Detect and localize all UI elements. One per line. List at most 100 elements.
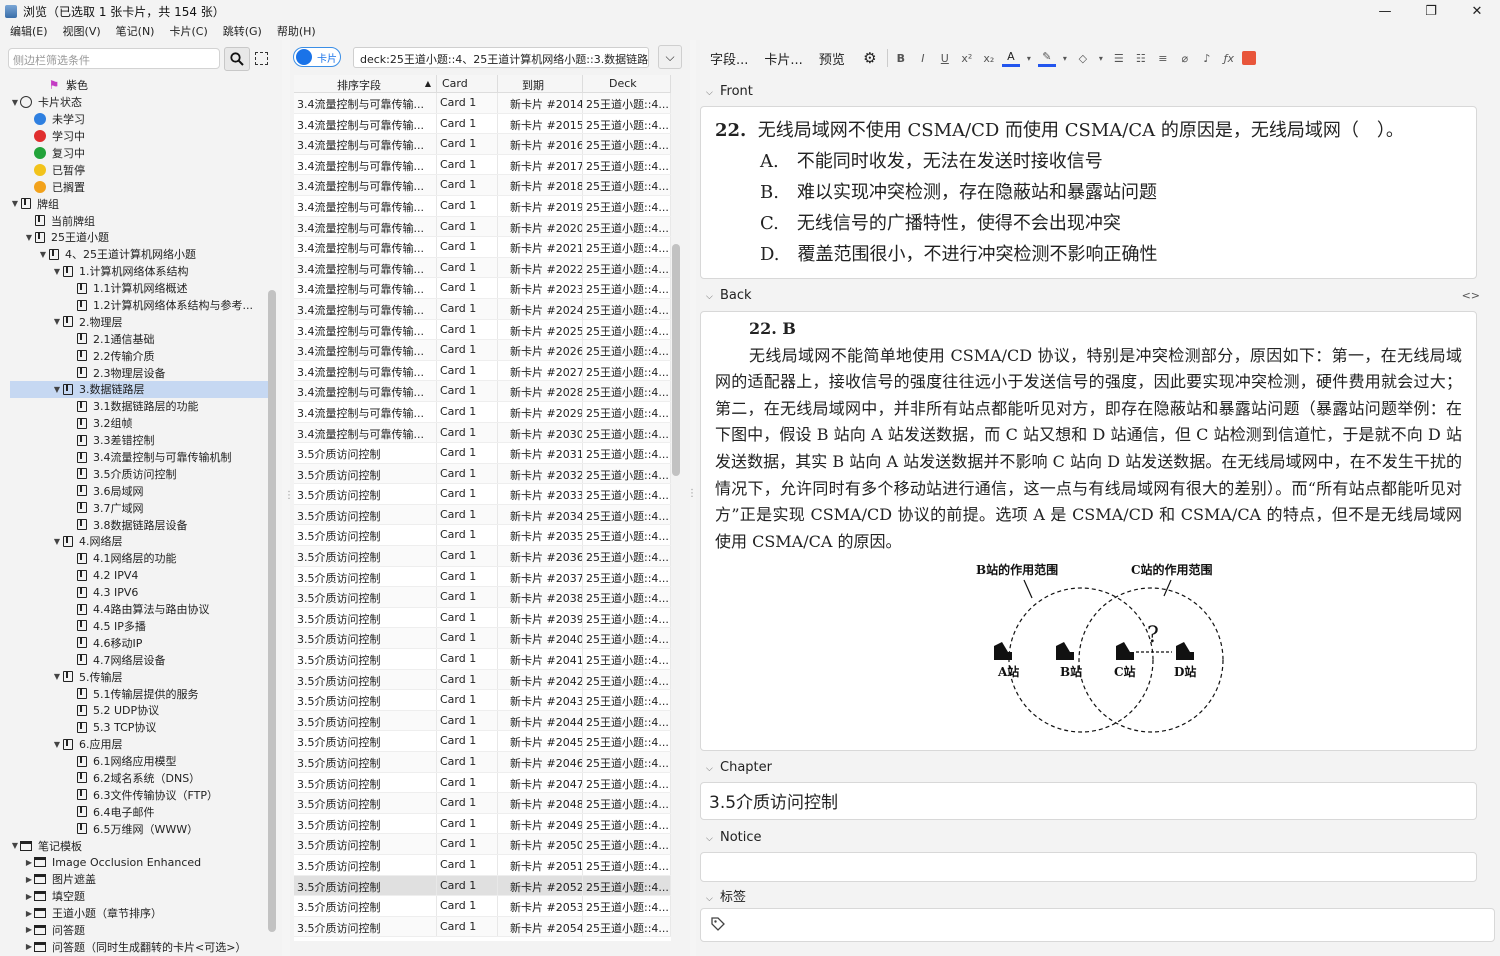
sidebar-item[interactable]: 6.4电子邮件 [10, 803, 268, 820]
expand-arrow-icon[interactable]: ▼ [52, 267, 62, 276]
table-row[interactable]: 3.5介质访问控制 Card 1 新卡片 #2042 25王道小题::4.... [294, 669, 671, 691]
sidebar-item[interactable]: 4.5 IP多播 [10, 618, 268, 635]
sidebar-item[interactable]: 6.2域名系统（DNS） [10, 770, 268, 787]
expand-arrow-icon[interactable]: ▶ [24, 858, 34, 867]
table-row[interactable]: 3.5介质访问控制 Card 1 新卡片 #2033 25王道小题::4.... [294, 484, 671, 505]
function-icon[interactable]: ƒx [1220, 49, 1238, 67]
sidebar-item[interactable]: ▼ 25王道小题 [10, 229, 268, 246]
search-history-dropdown[interactable]: ⌵ [658, 45, 682, 69]
sidebar-item[interactable]: 当前牌组 [10, 212, 268, 229]
table-row[interactable]: 3.5介质访问控制 Card 1 新卡片 #2051 25王道小题::4.... [294, 854, 671, 876]
microphone-icon[interactable]: ♪ [1198, 49, 1216, 67]
cards-notes-toggle[interactable]: 卡片 [293, 47, 341, 67]
gear-icon[interactable]: ⚙ [861, 49, 879, 67]
table-row[interactable]: 3.5介质访问控制 Card 1 新卡片 #2049 25王道小题::4.... [294, 813, 671, 835]
expand-arrow-icon[interactable]: ▼ [24, 233, 34, 242]
table-row[interactable]: 3.4流量控制与可靠传输... Card 1 新卡片 #2026 25王道小题::4.… [294, 340, 671, 361]
table-row[interactable]: 3.4流量控制与可靠传输... Card 1 新卡片 #2023 25王道小题::4.… [294, 278, 671, 299]
expand-arrow-icon[interactable]: ▼ [52, 537, 62, 546]
sidebar-scrollbar[interactable] [268, 290, 276, 932]
sidebar-item[interactable]: 6.3文件传输协议（FTP） [10, 786, 268, 803]
column-deck[interactable]: Deck [583, 75, 671, 92]
table-row[interactable]: 3.5介质访问控制 Card 1 新卡片 #2035 25王道小题::4.... [294, 525, 671, 547]
sidebar-item[interactable]: 4.3 IPV6 [10, 584, 268, 601]
table-row[interactable]: 3.5介质访问控制 Card 1 新卡片 #2053 25王道小题::4.... [294, 896, 671, 917]
menu-help[interactable]: 帮助(H) [277, 23, 316, 39]
table-row[interactable]: 3.5介质访问控制 Card 1 新卡片 #2052 25王道小题::4.... [294, 875, 671, 897]
sidebar-item[interactable]: 5.2 UDP协议 [10, 702, 268, 719]
menu-edit[interactable]: 编辑(E) [10, 23, 48, 39]
sidebar-item[interactable]: ⚑ 紫色 [10, 77, 268, 94]
sidebar-item[interactable]: 4.6移动IP [10, 634, 268, 651]
table-row[interactable]: 3.5介质访问控制 Card 1 新卡片 #2043 25王道小题::4.... [294, 690, 671, 711]
expand-arrow-icon[interactable]: ▶ [24, 909, 34, 918]
attachment-icon[interactable]: ⌀ [1176, 49, 1194, 67]
back-field-header[interactable]: ⌵ Back [706, 288, 752, 303]
sidebar-item[interactable]: ▶ 图片遮盖 [10, 871, 268, 888]
sidebar-item[interactable]: ▶ 问答题 [10, 922, 268, 939]
sidebar-item[interactable]: ▼ 3.数据链路层 [10, 381, 268, 398]
menu-card[interactable]: 卡片(C) [169, 23, 207, 39]
cards-button[interactable]: 卡片... [758, 47, 808, 69]
expand-arrow-icon[interactable]: ▼ [38, 250, 48, 259]
menu-go[interactable]: 跳转(G) [223, 23, 262, 39]
table-row[interactable]: 3.4流量控制与可靠传输... Card 1 新卡片 #2019 25王道小题::4.… [294, 195, 671, 217]
sidebar-item[interactable]: 6.1网络应用模型 [10, 753, 268, 770]
tags-field-header[interactable]: ⌵ 标签 [706, 886, 746, 905]
sidebar-item[interactable]: 2.2传输介质 [10, 347, 268, 364]
expand-arrow-icon[interactable]: ▶ [24, 925, 34, 934]
sidebar-item[interactable]: 5.3 TCP协议 [10, 719, 268, 736]
table-row[interactable]: 3.4流量控制与可靠传输... Card 1 新卡片 #2029 25王道小题::4.… [294, 401, 671, 423]
search-input[interactable]: deck:25王道小题::4、25王道计算机网络小题::3.数据链路层" [353, 47, 649, 68]
menu-view[interactable]: 视图(V) [63, 23, 101, 39]
table-row[interactable]: 3.5介质访问控制 Card 1 新卡片 #2039 25王道小题::4.... [294, 607, 671, 629]
numbered-list-icon[interactable]: ☷ [1132, 49, 1150, 67]
sidebar-item[interactable]: 已搁置 [10, 178, 268, 195]
minimize-button[interactable]: — [1362, 0, 1408, 22]
expand-arrow-icon[interactable]: ▼ [52, 672, 62, 681]
column-due[interactable]: 到期 [498, 75, 583, 92]
expand-arrow-icon[interactable]: ▶ [24, 892, 34, 901]
sidebar-item[interactable]: 3.2组帧 [10, 415, 268, 432]
sidebar-item[interactable]: 复习中 [10, 145, 268, 162]
image-occlusion-icon[interactable] [1241, 51, 1256, 65]
sidebar-item[interactable]: ▼ 2.物理层 [10, 313, 268, 330]
sidebar-item[interactable]: 3.4流量控制与可靠传输机制 [10, 449, 268, 466]
eraser-icon[interactable]: ◇ [1074, 49, 1092, 67]
highlight-icon[interactable]: ✎ [1037, 49, 1056, 67]
table-row[interactable]: 3.4流量控制与可靠传输... Card 1 新卡片 #2014 25王道小题::4.… [294, 93, 671, 114]
table-row[interactable]: 3.5介质访问控制 Card 1 新卡片 #2044 25王道小题::4.... [294, 710, 671, 732]
table-row[interactable]: 3.5介质访问控制 Card 1 新卡片 #2047 25王道小题::4.... [294, 772, 671, 794]
table-row[interactable]: 3.5介质访问控制 Card 1 新卡片 #2038 25王道小题::4.... [294, 587, 671, 608]
underline-icon[interactable]: U [936, 49, 954, 67]
sidebar-item[interactable]: 3.7广域网 [10, 499, 268, 516]
sidebar-filter-input[interactable]: 侧边栏筛选条件 [8, 48, 220, 69]
sidebar-item[interactable]: 学习中 [10, 128, 268, 145]
sidebar-item[interactable]: ▶ 填空题 [10, 888, 268, 905]
bullet-list-icon[interactable]: ☰ [1110, 49, 1128, 67]
sidebar-item[interactable]: 5.1传输层提供的服务 [10, 685, 268, 702]
sidebar-item[interactable]: 4.1网络层的功能 [10, 550, 268, 567]
sidebar-item[interactable]: ▼ 4.网络层 [10, 533, 268, 550]
table-row[interactable]: 3.4流量控制与可靠传输... Card 1 新卡片 #2027 25王道小题::4.… [294, 360, 671, 382]
chevron-down-icon[interactable]: ▾ [1024, 49, 1034, 67]
select-region-icon[interactable] [255, 52, 268, 65]
table-row[interactable]: 3.5介质访问控制 Card 1 新卡片 #2036 25王道小题::4.... [294, 546, 671, 567]
chevron-down-icon[interactable]: ▾ [1096, 49, 1106, 67]
sidebar-item[interactable]: 2.3物理层设备 [10, 364, 268, 381]
table-row[interactable]: 3.5介质访问控制 Card 1 新卡片 #2054 25王道小题::4.... [294, 916, 671, 938]
table-row[interactable]: 3.5介质访问控制 Card 1 新卡片 #2045 25王道小题::4.... [294, 731, 671, 752]
chapter-field-header[interactable]: ⌵ Chapter [706, 760, 772, 775]
notice-field-header[interactable]: ⌵ Notice [706, 830, 762, 845]
sidebar-item[interactable]: ▼ 4、25王道计算机网络小题 [10, 246, 268, 263]
table-scrollbar[interactable] [672, 244, 680, 476]
sidebar-item[interactable]: 4.4路由算法与路由协议 [10, 601, 268, 618]
table-row[interactable]: 3.4流量控制与可靠传输... Card 1 新卡片 #2018 25王道小题::4.… [294, 175, 671, 196]
table-row[interactable]: 3.5介质访问控制 Card 1 新卡片 #2048 25王道小题::4.... [294, 793, 671, 814]
menu-note[interactable]: 笔记(N) [116, 23, 155, 39]
sidebar-item[interactable]: ▶ 王道小题（章节排序） [10, 905, 268, 922]
sidebar-item[interactable]: ▼ 卡片状态 [10, 94, 268, 111]
table-row[interactable]: 3.4流量控制与可靠传输... Card 1 新卡片 #2015 25王道小题::4.… [294, 113, 671, 135]
table-row[interactable]: 3.4流量控制与可靠传输... Card 1 新卡片 #2022 25王道小题::4.… [294, 257, 671, 279]
table-row[interactable]: 3.4流量控制与可靠传输... Card 1 新卡片 #2020 25王道小题::4.… [294, 216, 671, 238]
